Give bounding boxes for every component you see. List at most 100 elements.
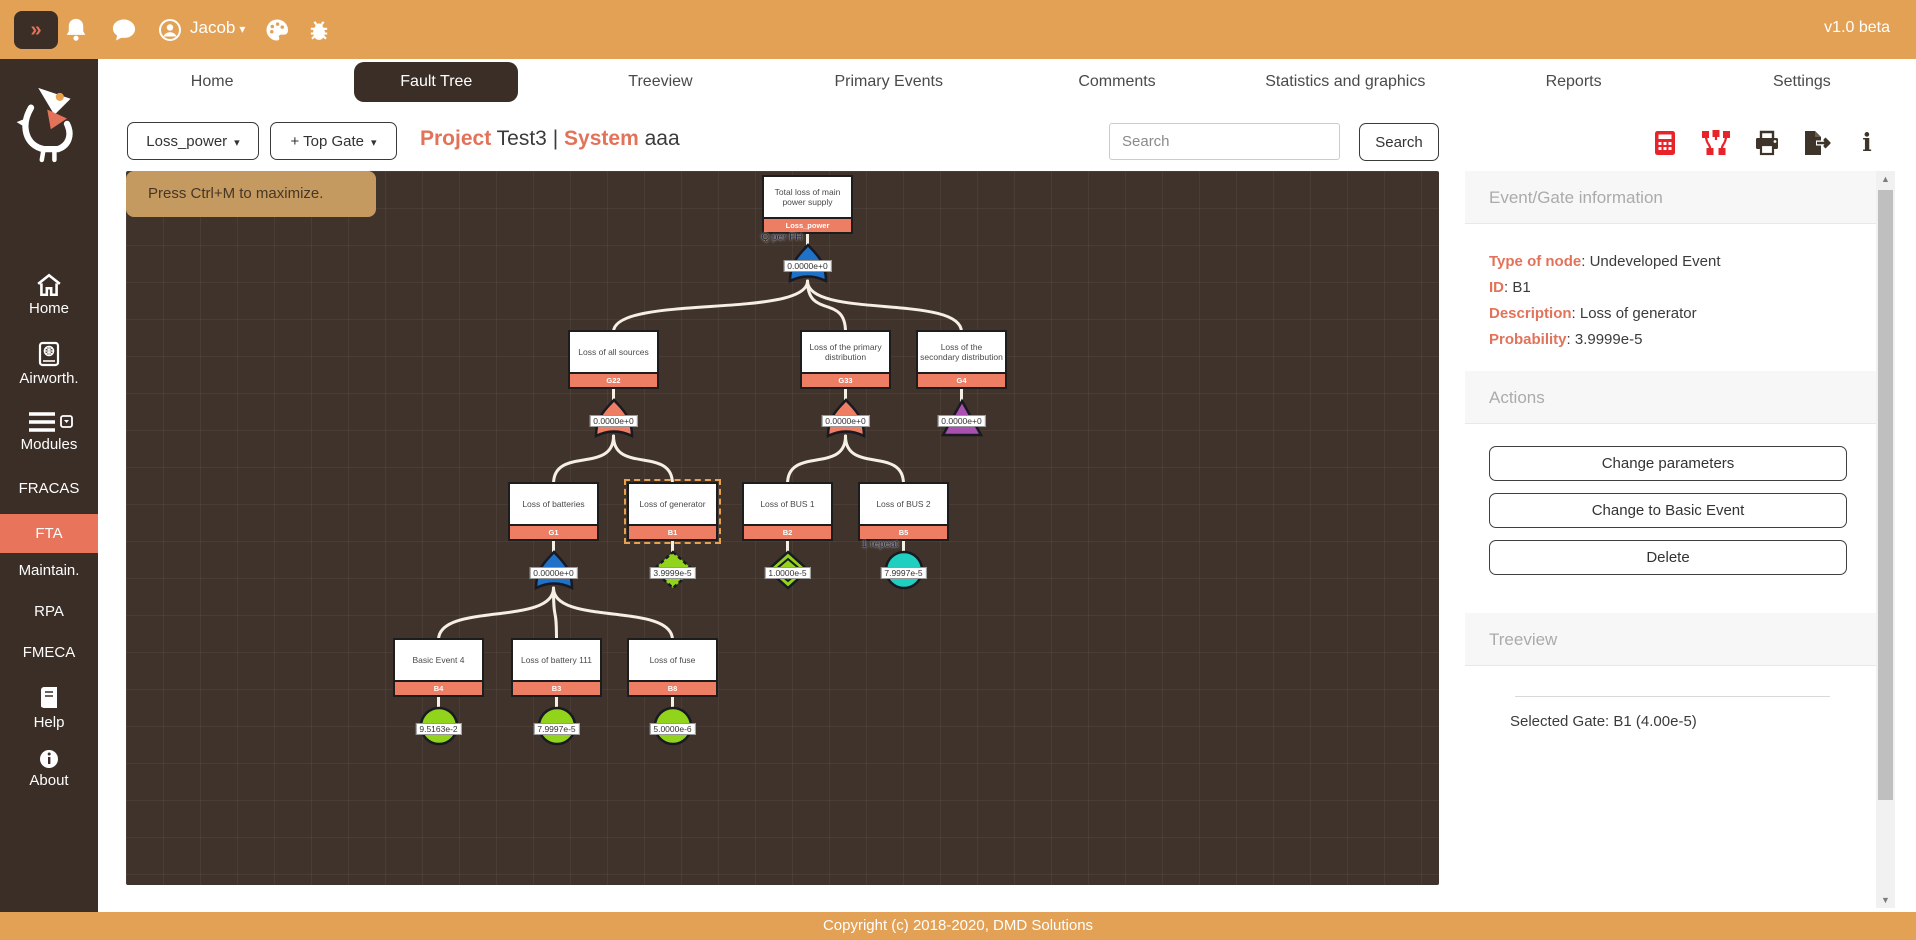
tree-node-G1[interactable]: Loss of batteriesG10.0000e+0 (508, 482, 599, 541)
scroll-down-arrow[interactable]: ▼ (1876, 892, 1895, 908)
calculate-icon[interactable] (1652, 130, 1678, 156)
node-id-tag: B4 (393, 682, 484, 697)
add-top-gate-dropdown[interactable]: + Top Gate▾ (270, 122, 397, 160)
info-row-probability: Probability: 3.9999e-5 (1489, 327, 1852, 353)
search-button[interactable]: Search (1359, 123, 1439, 161)
sidebar-item-airworthiness[interactable]: Airworth. (0, 341, 98, 387)
sidebar-item-fracas[interactable]: FRACAS (0, 480, 98, 497)
export-icon[interactable] (1802, 130, 1832, 156)
sidebar-item-modules[interactable]: Modules (0, 411, 98, 453)
tree-node-B5[interactable]: Loss of BUS 2B51 repeat7.9997e-5 (858, 482, 949, 541)
change-to-basic-event-button[interactable]: Change to Basic Event (1489, 493, 1847, 528)
tree-node-B3[interactable]: Loss of battery 111B37.9997e-5 (511, 638, 602, 697)
node-probability-badge: 0.0000e+0 (589, 415, 637, 427)
sidebar-item-fta[interactable]: FTA (0, 514, 98, 553)
app-logo-bird (13, 81, 85, 165)
app-version: v1.0 beta (1824, 19, 1890, 37)
node-label: Loss of the primary distribution (800, 330, 891, 374)
node-label: Loss of battery 111 (511, 638, 602, 682)
node-probability-badge: 3.9999e-5 (649, 567, 695, 579)
node-label: Loss of BUS 1 (742, 482, 833, 526)
tree-node-B1[interactable]: Loss of generatorB13.9999e-5 (627, 482, 718, 541)
node-probability-badge: 0.0000e+0 (821, 415, 869, 427)
tab-primary-events[interactable]: Primary Events (775, 62, 1003, 102)
node-probability-badge: 5.0000e-6 (649, 723, 695, 735)
tab-statistics-graphics[interactable]: Statistics and graphics (1231, 62, 1459, 102)
chat-icon[interactable] (110, 16, 138, 44)
node-probability-badge: 7.9997e-5 (880, 567, 926, 579)
bug-report-icon[interactable] (305, 16, 333, 44)
event-info-block: Type of node: Undeveloped Event ID: B1 D… (1465, 224, 1876, 371)
selected-gate-text: Selected Gate: B1 (4.00e-5) (1465, 713, 1876, 730)
node-id-tag: B1 (627, 526, 718, 541)
modules-menu-icon (25, 411, 73, 433)
change-parameters-button[interactable]: Change parameters (1489, 446, 1847, 481)
fta-toolbar: Loss_power▾ + Top Gate▾ Project Test3 | … (98, 105, 1916, 171)
tree-node-G4[interactable]: Loss of the secondary distributionG40.00… (916, 330, 1007, 389)
chevron-down-icon: ▾ (234, 137, 240, 149)
chevron-down-icon: ▾ (371, 137, 377, 149)
tab-fault-tree[interactable]: Fault Tree (354, 62, 518, 102)
user-avatar-icon[interactable] (158, 18, 182, 42)
scrollbar-thumb[interactable] (1878, 190, 1893, 800)
node-probability-badge: 7.9997e-5 (533, 723, 579, 735)
sidebar-item-maintain[interactable]: Maintain. (0, 562, 98, 579)
node-label: Loss of fuse (627, 638, 718, 682)
tab-reports[interactable]: Reports (1459, 62, 1687, 102)
home-icon (36, 273, 62, 297)
node-probability-badge: 0.0000e+0 (937, 415, 985, 427)
node-label: Loss of BUS 2 (858, 482, 949, 526)
info-row-description: Description: Loss of generator (1489, 301, 1852, 327)
info-icon[interactable]: i (1854, 130, 1880, 156)
toolbar-icons: i (1652, 130, 1880, 156)
sidebar-item-about[interactable]: About (0, 749, 98, 789)
tree-node-G22[interactable]: Loss of all sourcesG220.0000e+0 (568, 330, 659, 389)
chevron-down-icon: ▾ (239, 22, 245, 36)
theme-palette-icon[interactable] (263, 16, 291, 44)
sidebar-item-rpa[interactable]: RPA (0, 603, 98, 620)
node-label: Total loss of main power supply (762, 175, 853, 219)
node-label: Loss of batteries (508, 482, 599, 526)
node-label: Loss of the secondary distribution (916, 330, 1007, 374)
panel-scrollbar[interactable]: ▲ ▼ (1876, 171, 1895, 908)
panel-header-actions: Actions (1465, 371, 1876, 424)
sidebar-item-help[interactable]: Help (0, 685, 98, 731)
notifications-bell-icon[interactable] (62, 16, 90, 44)
tree-node-B2[interactable]: Loss of BUS 1B21.0000e-5 (742, 482, 833, 541)
scroll-up-arrow[interactable]: ▲ (1876, 171, 1895, 187)
divider (1515, 696, 1830, 697)
maximize-hint-tooltip: Press Ctrl+M to maximize. (126, 171, 376, 217)
tree-node-B8[interactable]: Loss of fuseB85.0000e-6 (627, 638, 718, 697)
tree-node-G33[interactable]: Loss of the primary distributionG330.000… (800, 330, 891, 389)
tab-home[interactable]: Home (98, 62, 326, 102)
fault-tree-canvas[interactable]: Press Ctrl+M to maximize. Total loss of … (126, 171, 1439, 885)
tab-settings[interactable]: Settings (1688, 62, 1916, 102)
node-id-tag: G4 (916, 374, 1007, 389)
panel-header-info: Event/Gate information (1465, 171, 1876, 224)
sidebar-item-home[interactable]: Home (0, 273, 98, 317)
sidebar-collapse-button[interactable]: » (14, 11, 58, 49)
tree-node-B4[interactable]: Basic Event 4B49.5163e-2 (393, 638, 484, 697)
delete-button[interactable]: Delete (1489, 540, 1847, 575)
node-id-tag: G22 (568, 374, 659, 389)
tab-treeview[interactable]: Treeview (546, 62, 774, 102)
tree-select-dropdown[interactable]: Loss_power▾ (127, 122, 259, 160)
project-name: Test3 (497, 127, 547, 150)
diagram-icon[interactable] (1700, 130, 1732, 156)
main-nav-tabs: Home Fault Tree Treeview Primary Events … (98, 59, 1916, 105)
search-input[interactable] (1109, 123, 1340, 160)
tree-node-top[interactable]: Total loss of main power supplyLoss_powe… (762, 175, 853, 234)
panel-header-treeview: Treeview (1465, 613, 1876, 666)
node-note: Q per FH (761, 232, 802, 243)
print-icon[interactable] (1754, 130, 1780, 156)
info-row-id: ID: B1 (1489, 275, 1852, 301)
node-label: Loss of generator (627, 482, 718, 526)
top-bar: » Jacob▾ v1.0 beta (0, 0, 1916, 59)
node-probability-badge: 9.5163e-2 (415, 723, 461, 735)
tab-comments[interactable]: Comments (1003, 62, 1231, 102)
sidebar-item-fmeca[interactable]: FMECA (0, 644, 98, 661)
airworthiness-book-icon (37, 341, 61, 367)
help-book-icon (37, 685, 61, 711)
node-id-tag: B8 (627, 682, 718, 697)
user-menu[interactable]: Jacob▾ (184, 18, 245, 38)
